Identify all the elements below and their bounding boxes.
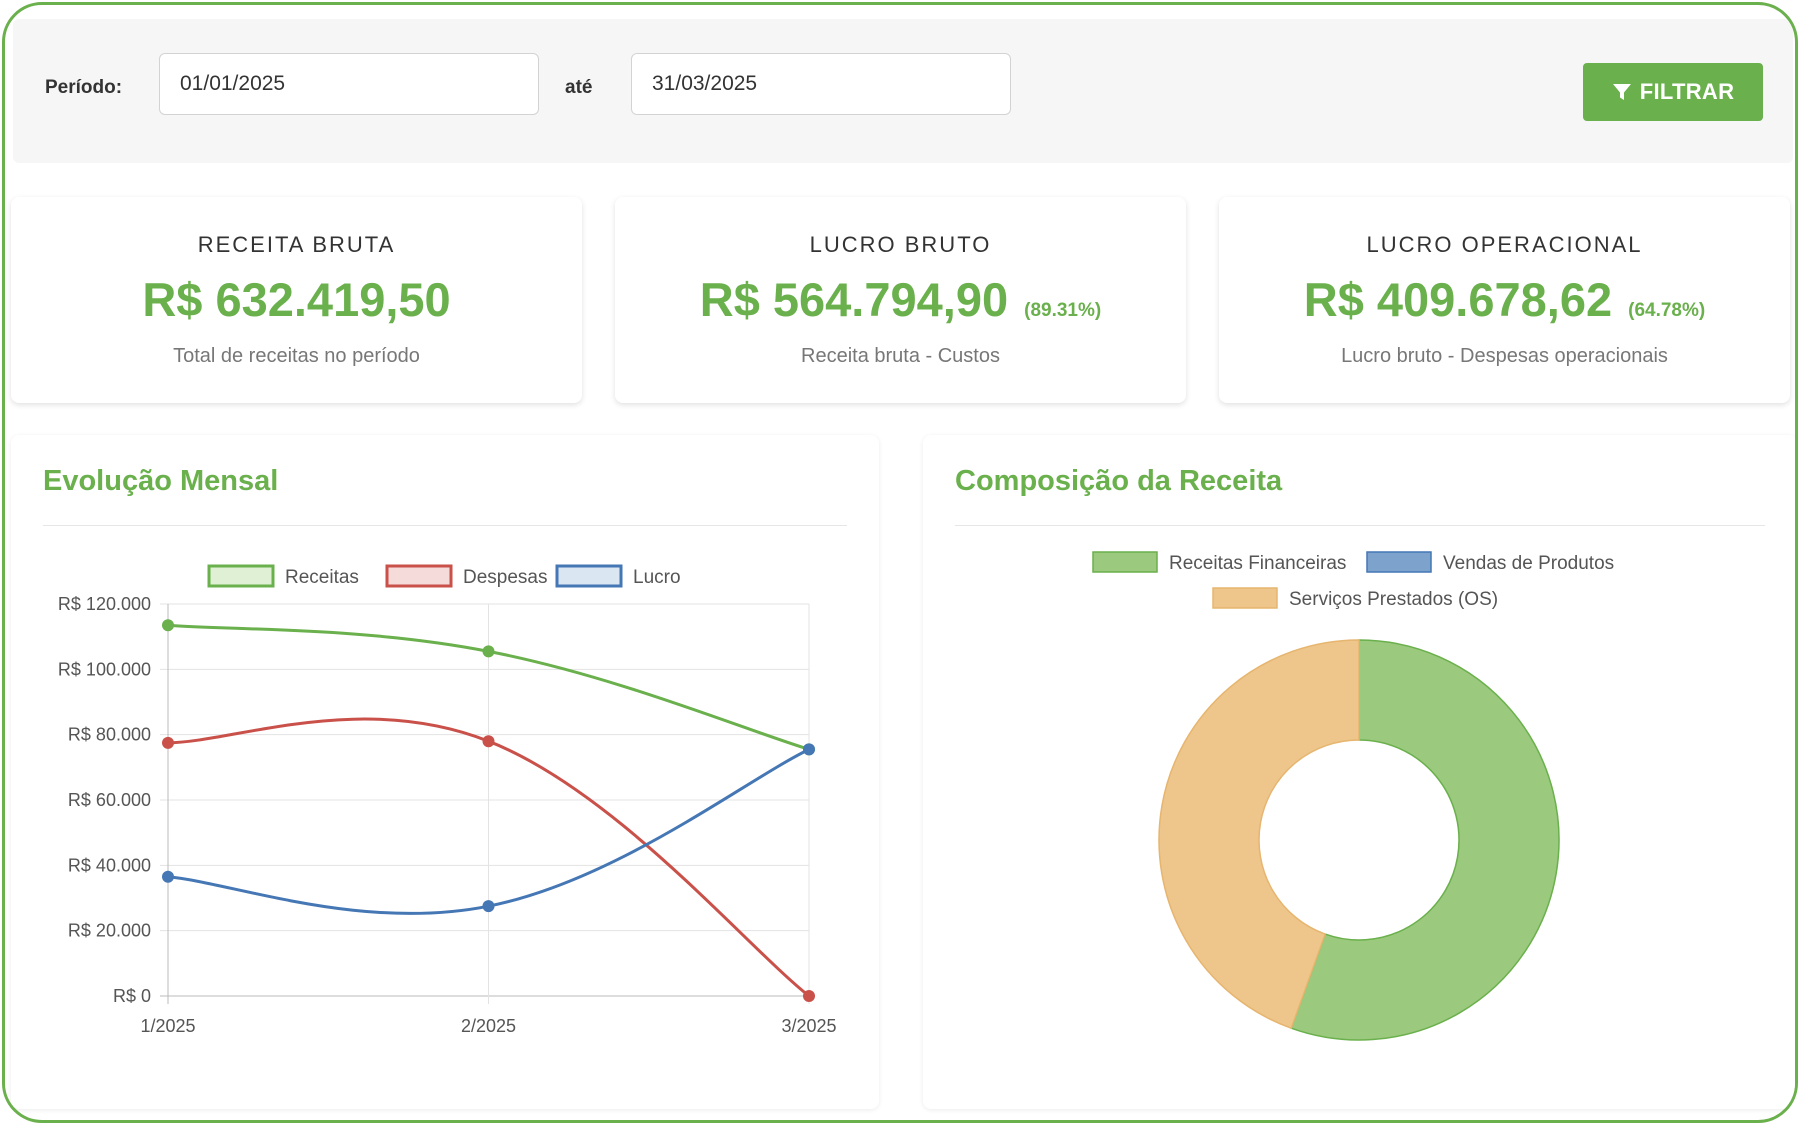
data-point xyxy=(162,870,174,883)
card-value: R$ 564.794,90 (89.31%) xyxy=(615,272,1186,327)
y-tick-label: R$ 60.000 xyxy=(68,790,151,810)
card-value-amount: R$ 409.678,62 xyxy=(1303,273,1613,326)
card-lucro-bruto: LUCRO BRUTO R$ 564.794,90 (89.31%) Receit… xyxy=(615,197,1186,403)
data-point xyxy=(162,619,174,632)
legend-label: Serviços Prestados (OS) xyxy=(1289,589,1498,610)
x-tick-label: 3/2025 xyxy=(781,1016,836,1036)
card-value: R$ 632.419,50 xyxy=(11,272,582,327)
start-date-input[interactable]: 01/01/2025 xyxy=(159,53,539,115)
legend-label: Vendas de Produtos xyxy=(1443,553,1614,574)
legend-swatch xyxy=(385,564,453,588)
card-percent: (89.31%) xyxy=(1024,300,1102,321)
legend-swatch xyxy=(1212,587,1278,609)
card-title: RECEITA BRUTA xyxy=(197,232,396,257)
filter-button-label: FILTRAR xyxy=(1639,79,1735,104)
dashboard-frame: Período: 01/01/2025 até 31/03/2025 FILTR… xyxy=(2,2,1798,1123)
revenue-composition-panel: Composição da Receita Receitas Financeir… xyxy=(923,435,1795,1109)
legend-swatch xyxy=(555,564,623,588)
card-description: Receita bruta - Custos xyxy=(801,345,1000,367)
legend-label: Receitas xyxy=(285,567,359,588)
card-value: R$ 409.678,62 (64.78%) xyxy=(1219,272,1790,327)
data-point xyxy=(803,743,815,756)
line-chart: R$ 120.000 R$ 100.000 R$ 80.000 R$ 60.000 R$… xyxy=(58,564,837,1036)
legend-label: Lucro xyxy=(633,567,681,588)
data-point xyxy=(482,735,495,748)
x-tick-label: 2/2025 xyxy=(461,1016,516,1036)
card-value-amount: R$ 632.419,50 xyxy=(142,273,451,326)
card-description: Total de receitas no período xyxy=(173,345,420,367)
card-lucro-operacional: LUCRO OPERACIONAL R$ 409.678,62 (64.78%) … xyxy=(1219,197,1790,403)
data-point xyxy=(162,736,174,749)
filter-bar: Período: 01/01/2025 até 31/03/2025 FILTR… xyxy=(13,19,1793,163)
data-point xyxy=(482,900,495,913)
card-receita-bruta: RECEITA BRUTA R$ 632.419,50 Total de rec… xyxy=(11,197,582,403)
end-date-input[interactable]: 31/03/2025 xyxy=(631,53,1011,115)
data-point xyxy=(803,990,815,1002)
x-tick-label: 1/2025 xyxy=(140,1016,195,1036)
card-value-amount: R$ 564.794,90 xyxy=(699,273,1009,326)
y-tick-label: R$ 40.000 xyxy=(68,855,151,875)
card-description: Lucro bruto - Despesas operacionais xyxy=(1341,345,1668,367)
card-title: LUCRO BRUTO xyxy=(809,232,992,257)
y-tick-label: R$ 20.000 xyxy=(68,921,151,941)
monthly-evolution-panel: Evolução Mensal R$ 120.000 R$ 100.000 R$ 8… xyxy=(11,435,879,1109)
y-tick-label: R$ 80.000 xyxy=(68,725,151,745)
legend-label: Despesas xyxy=(463,567,548,588)
y-tick-label: R$ 0 xyxy=(113,986,151,1006)
legend-swatch xyxy=(1366,551,1432,573)
card-title: LUCRO OPERACIONAL xyxy=(1366,232,1643,257)
funnel-icon xyxy=(1612,84,1631,100)
until-label: até xyxy=(565,77,593,98)
filter-button[interactable]: FILTRAR xyxy=(1583,63,1763,121)
data-point xyxy=(482,645,495,658)
y-tick-label: R$ 100.000 xyxy=(58,659,151,679)
y-tick-label: R$ 120.000 xyxy=(58,594,151,614)
donut-chart: Receitas Financeiras Vendas de Produtos Se… xyxy=(1092,551,1614,1041)
legend-swatch xyxy=(207,564,275,588)
card-percent: (64.78%) xyxy=(1628,300,1706,321)
legend-label: Receitas Financeiras xyxy=(1169,553,1346,574)
period-label: Período: xyxy=(45,77,123,98)
legend-swatch xyxy=(1092,551,1158,573)
